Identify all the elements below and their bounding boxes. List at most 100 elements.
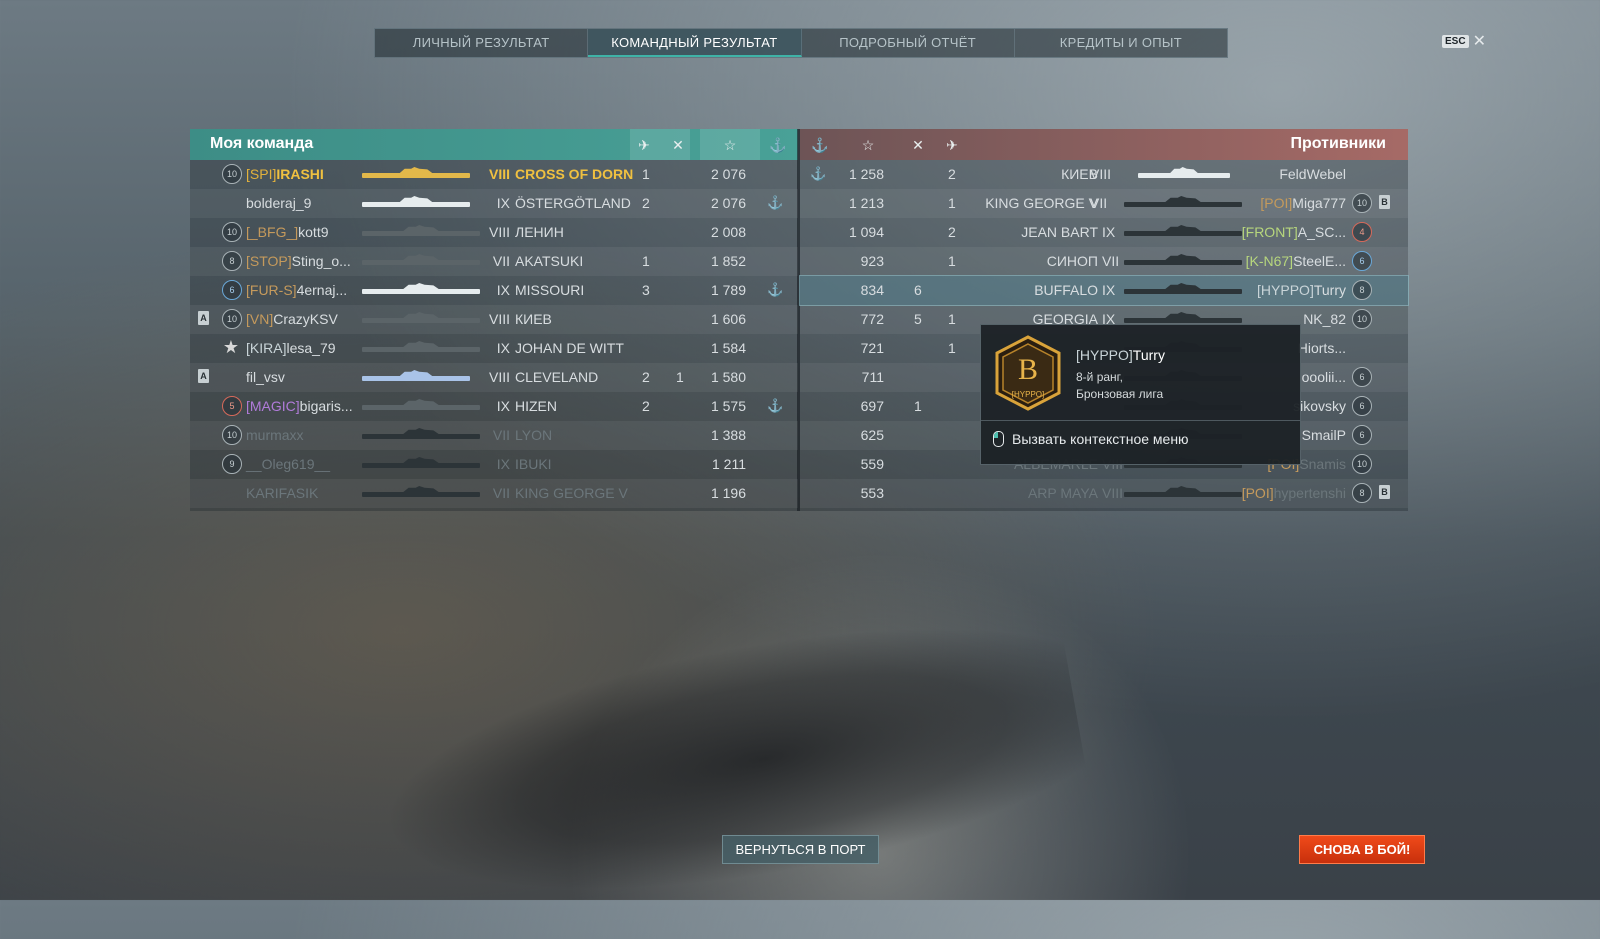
close-icon: ✕ (1472, 33, 1486, 50)
close-button[interactable]: ESC ✕ (1442, 31, 1486, 51)
table-row[interactable]: 10 murmaxx VII LYON 1 388 (190, 421, 798, 450)
clan-tag: [FRONT] (1241, 224, 1298, 240)
table-row[interactable]: ★ [KIRA]lesa_79 IX JOHAN DE WITT 1 584 (190, 334, 798, 363)
kills-value: 6 (914, 282, 922, 298)
ship-name: ЛЕНИН (515, 224, 564, 240)
player-name[interactable]: KARIFASIK (246, 485, 318, 501)
table-row[interactable]: 8 [STOP]Sting_o... VII AKATSUKI 1 1 852 (190, 247, 798, 276)
ship-silhouette-icon (362, 463, 480, 468)
tooltip-league: Бронзовая лига (1076, 387, 1164, 401)
ship-tier: VIII (1090, 166, 1112, 182)
table-row[interactable]: Afil_vsv VIII CLEVELAND 2 1 1 580 (190, 363, 798, 392)
player-name[interactable]: ooolii... (1302, 369, 1346, 385)
tab-team-result[interactable]: КОМАНДНЫЙ РЕЗУЛЬТАТ (588, 29, 802, 57)
table-row[interactable]: 553 ARP MAYA VIII [POI]hypertenshi 8 B (800, 479, 1408, 508)
ship-silhouette-icon (1138, 173, 1230, 178)
player-nickname: Sting_o... (291, 253, 351, 269)
base-xp-value: 1 584 (710, 340, 746, 356)
player-name[interactable]: fil_vsv (246, 369, 285, 385)
player-name[interactable]: Hiorts... (1298, 340, 1346, 356)
player-name[interactable]: [STOP]Sting_o... (246, 253, 351, 269)
player-name[interactable]: [K-N67]SteelE... (1246, 253, 1346, 269)
medal-icon[interactable]: ⚓ (810, 135, 830, 155)
player-name[interactable]: [POI]Miga777 (1260, 195, 1346, 211)
enemy-team-header: ⚓ ☆ ✕ ✈ Противники (800, 129, 1408, 160)
base-xp-value: 1 094 (848, 224, 884, 240)
base-xp-icon[interactable]: ☆ (858, 135, 878, 155)
return-to-port-button[interactable]: ВЕРНУТЬСЯ В ПОРТ (722, 835, 879, 864)
ship-silhouette-icon (362, 492, 480, 497)
table-row[interactable]: 10 [_BFG_]kott9 VIII ЛЕНИН 2 008 (190, 218, 798, 247)
table-row[interactable]: 1 094 2 JEAN BART IX [FRONT]A_SC... 4 (800, 218, 1408, 247)
ship-silhouette-icon (362, 347, 480, 352)
clan-tag: [POI] (1260, 195, 1293, 211)
clan-tag: [MAGIC] (246, 398, 300, 414)
player-name[interactable]: NK_82 (1303, 311, 1346, 327)
table-row[interactable]: 1 213 1 KING GEORGE V VII [POI]Miga777 10 B (800, 189, 1408, 218)
base-xp-value: 625 (860, 427, 884, 443)
base-xp-value: 553 (860, 485, 884, 501)
player-name[interactable]: __Oleg619__ (246, 456, 330, 472)
medal-icon[interactable]: ⚓ (768, 135, 788, 155)
player-name[interactable]: [POI]hypertenshi (1242, 485, 1346, 501)
player-name[interactable]: [MAGIC]bigaris... (246, 398, 353, 414)
player-name[interactable]: sikovsky (1293, 398, 1346, 414)
ship-tier: VII (492, 253, 510, 269)
table-row[interactable]: KARIFASIK VII KING GEORGE V 1 196 (190, 479, 798, 508)
ship-silhouette-icon (1124, 202, 1242, 207)
kills-icon[interactable]: ✕ (668, 135, 688, 155)
battle-again-button[interactable]: СНОВА В БОЙ! (1299, 835, 1425, 864)
ship-silhouette-icon (362, 434, 480, 439)
tab-detailed-report[interactable]: ПОДРОБНЫЙ ОТЧЁТ (802, 29, 1015, 57)
context-menu-action[interactable]: Вызвать контекстное меню (993, 431, 1189, 447)
ship-tier: VIII (488, 224, 510, 240)
tab-personal-result[interactable]: ЛИЧНЫЙ РЕЗУЛЬТАТ (375, 29, 589, 57)
table-row[interactable]: 5 [MAGIC]bigaris... IX HIZEN 2 1 575 ⚓ (190, 392, 798, 421)
player-name[interactable]: SmailP (1302, 427, 1346, 443)
player-name[interactable]: murmaxx (246, 427, 304, 443)
planes-destroyed-value: 1 (948, 253, 956, 269)
planes-destroyed-value: 2 (642, 398, 650, 414)
tooltip-separator (981, 420, 1300, 421)
table-row[interactable]: A 10 [VN]CrazyKSV VIII КИЕВ 1 606 (190, 305, 798, 334)
player-name[interactable]: [HYPPO]Turry (1257, 282, 1346, 298)
player-name[interactable]: [SPI]IRASHI (246, 166, 324, 182)
clan-tag: [VN] (246, 311, 274, 327)
player-nickname: NK_82 (1303, 311, 1346, 327)
player-name[interactable]: [VN]CrazyKSV (246, 311, 338, 327)
player-name[interactable]: [KIRA]lesa_79 (246, 340, 336, 356)
table-row[interactable]: ⚓ 1 258 2 КИЕВ VIII FeldWebel (800, 160, 1408, 189)
tab-credits-xp[interactable]: КРЕДИТЫ И ОПЫТ (1015, 29, 1227, 57)
base-xp-value: 1 852 (710, 253, 746, 269)
table-row[interactable]: 6 [FUR-S]4ernaj... IX MISSOURI 3 1 789 ⚓ (190, 276, 798, 305)
rank-icon: 10 (222, 222, 242, 242)
planes-destroyed-icon[interactable]: ✈ (634, 135, 654, 155)
player-nickname: fil_vsv (246, 369, 285, 385)
table-row[interactable]: 834 6 BUFFALO IX [HYPPO]Turry 8 (799, 275, 1409, 306)
ship-name: СИНОП (1046, 253, 1098, 269)
base-xp-icon[interactable]: ☆ (720, 135, 740, 155)
ship-silhouette-icon (1124, 260, 1242, 265)
player-name[interactable]: bolderaj_9 (246, 195, 311, 211)
base-xp-value: 1 388 (710, 427, 746, 443)
table-row[interactable]: 10 [SPI]IRASHI VIII CROSS OF DORN 1 2 076 (190, 160, 798, 189)
player-name[interactable]: FeldWebel (1279, 166, 1346, 182)
table-row[interactable]: 9 __Oleg619__ IX IBUKI 1 211 (190, 450, 798, 479)
table-row[interactable]: 923 1 СИНОП VII [K-N67]SteelE... 6 (800, 247, 1408, 276)
ship-tier: VII (1090, 195, 1108, 211)
planes-destroyed-icon[interactable]: ✈ (942, 135, 962, 155)
rank-icon: 10 (222, 425, 242, 445)
ship-name: CLEVELAND (515, 369, 599, 385)
background-ship-silhouette (365, 590, 1095, 939)
ship-silhouette-icon (362, 231, 480, 236)
ship-tier: IX (496, 195, 510, 211)
ship-name: ÖSTERGÖTLAND (515, 195, 631, 211)
player-name[interactable]: [_BFG_]kott9 (246, 224, 329, 240)
ship-silhouette-icon (362, 260, 480, 265)
kills-icon[interactable]: ✕ (908, 135, 928, 155)
player-name[interactable]: [FRONT]A_SC... (1242, 224, 1346, 240)
player-nickname: ooolii... (1301, 369, 1346, 385)
player-name[interactable]: [FUR-S]4ernaj... (246, 282, 347, 298)
table-row[interactable]: bolderaj_9 IX ÖSTERGÖTLAND 2 2 076 ⚓ (190, 189, 798, 218)
player-nickname: kott9 (298, 224, 329, 240)
